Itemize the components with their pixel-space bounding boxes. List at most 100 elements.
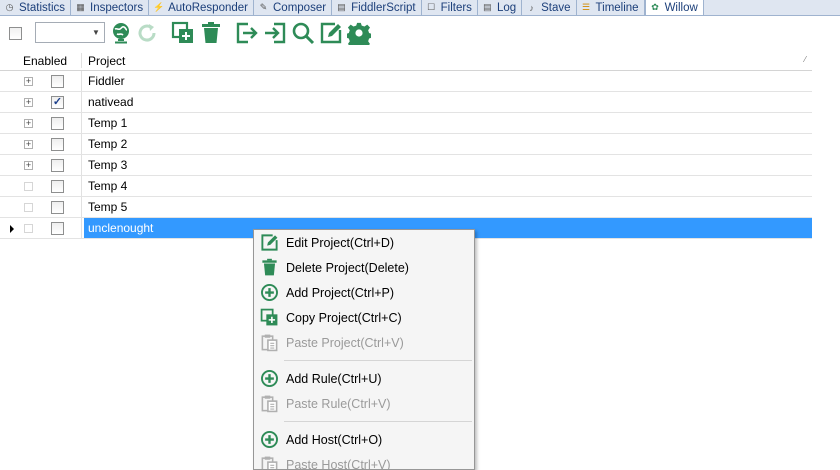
menu-item-label: Add Host(Ctrl+O) xyxy=(286,432,383,447)
menu-item-paste-project[interactable]: Paste Project(Ctrl+V) xyxy=(254,330,474,355)
table-row[interactable]: + Temp 3 xyxy=(0,155,812,176)
chevron-down-icon[interactable]: ▼ xyxy=(88,23,104,42)
expand-toggle-icon[interactable]: + xyxy=(24,98,33,107)
enabled-checkbox[interactable] xyxy=(51,201,64,214)
edit-icon xyxy=(259,233,279,253)
willow-icon: ✿ xyxy=(651,2,659,12)
project-name: Fiddler xyxy=(88,74,125,88)
tab-fiddlerscript[interactable]: ▤ FiddlerScript xyxy=(332,0,422,15)
table-row[interactable]: + ✓ nativead xyxy=(0,92,812,113)
search-icon xyxy=(292,22,315,45)
column-divider xyxy=(81,92,82,112)
plus-circle-icon xyxy=(259,430,279,450)
table-row[interactable]: + Temp 2 xyxy=(0,134,812,155)
grid-rows: +Fiddler+✓nativead+Temp 1+Temp 2+Temp 3+… xyxy=(0,71,812,239)
tab-strip: ◷ Statistics ▦ Inspectors ⚡ AutoResponder ✎… xyxy=(0,0,840,16)
column-header-project[interactable]: Project xyxy=(88,54,125,68)
tab-label: Filters xyxy=(440,1,472,14)
project-combo[interactable]: ▼ xyxy=(35,22,105,43)
project-name: nativead xyxy=(88,95,134,109)
tab-filters[interactable]: ☐ Filters xyxy=(422,0,478,15)
tab-label: Log xyxy=(496,1,517,14)
tab-inspectors[interactable]: ▦ Inspectors xyxy=(71,0,150,15)
import-button[interactable] xyxy=(262,20,288,46)
enabled-checkbox[interactable]: ✓ xyxy=(51,96,64,109)
menu-item-label: Delete Project(Delete) xyxy=(286,260,409,275)
edit-icon xyxy=(320,22,342,44)
project-grid: Enabled Project ⁄ + Fiddler + ✓ nativead + Tem… xyxy=(0,51,812,239)
menu-item-delete-project[interactable]: Delete Project(Delete) xyxy=(254,255,474,280)
clock-icon: ◷ xyxy=(5,2,14,12)
tab-timeline[interactable]: ☰ Timeline xyxy=(577,0,645,15)
project-name: Temp 4 xyxy=(88,179,128,193)
expand-toggle-icon[interactable]: + xyxy=(24,140,33,149)
enabled-checkbox[interactable] xyxy=(51,180,64,193)
tab-label: Composer xyxy=(273,1,327,14)
expand-toggle-icon[interactable]: + xyxy=(24,182,33,191)
log-icon: ▤ xyxy=(483,2,492,12)
tab-label: Statistics xyxy=(19,1,66,14)
current-row-indicator-icon xyxy=(10,225,14,233)
filter-icon: ☐ xyxy=(427,2,436,12)
compose-icon: ✎ xyxy=(259,2,268,12)
paste-icon xyxy=(259,394,279,414)
search-button[interactable] xyxy=(290,20,316,46)
menu-item-label: Paste Project(Ctrl+V) xyxy=(286,335,404,350)
column-header-enabled[interactable]: Enabled xyxy=(23,54,67,68)
menu-item-add-project[interactable]: Add Project(Ctrl+P) xyxy=(254,280,474,305)
expand-toggle-icon[interactable]: + xyxy=(24,161,33,170)
menu-item-edit-project[interactable]: Edit Project(Ctrl+D) xyxy=(254,230,474,255)
paste-icon xyxy=(259,333,279,353)
menu-item-add-host[interactable]: Add Host(Ctrl+O) xyxy=(254,427,474,452)
menu-item-paste-host[interactable]: Paste Host(Ctrl+V) xyxy=(254,452,474,469)
sort-indicator-icon: ⁄ xyxy=(804,55,806,64)
table-row[interactable]: + Temp 5 xyxy=(0,197,812,218)
column-divider xyxy=(81,197,82,217)
column-divider[interactable] xyxy=(81,53,82,68)
column-divider xyxy=(81,134,82,154)
globe-icon xyxy=(113,23,129,44)
edit-button[interactable] xyxy=(318,20,344,46)
tab-label: AutoResponder xyxy=(168,1,248,14)
table-row[interactable]: + Fiddler xyxy=(0,71,812,92)
table-row[interactable]: + Temp 4 xyxy=(0,176,812,197)
select-all-checkbox[interactable] xyxy=(9,27,22,40)
expand-toggle-icon[interactable]: + xyxy=(24,203,33,212)
table-row[interactable]: + Temp 1 xyxy=(0,113,812,134)
settings-button[interactable] xyxy=(346,20,372,46)
globe-button[interactable] xyxy=(108,20,134,46)
copy-button[interactable] xyxy=(170,20,196,46)
menu-separator xyxy=(284,360,472,361)
menu-item-add-rule[interactable]: Add Rule(Ctrl+U) xyxy=(254,366,474,391)
script-icon: ▤ xyxy=(337,2,346,12)
tab-label: Willow xyxy=(664,1,698,14)
tab-autoresponder[interactable]: ⚡ AutoResponder xyxy=(149,0,254,15)
enabled-checkbox[interactable] xyxy=(51,138,64,151)
menu-item-copy-project[interactable]: Copy Project(Ctrl+C) xyxy=(254,305,474,330)
expand-toggle-icon[interactable]: + xyxy=(24,119,33,128)
column-divider xyxy=(81,71,82,91)
tab-label: Inspectors xyxy=(90,1,144,14)
delete-button[interactable] xyxy=(198,20,224,46)
tab-willow[interactable]: ✿ Willow xyxy=(644,0,704,15)
column-divider xyxy=(81,176,82,196)
music-icon: ♪ xyxy=(529,2,534,13)
menu-item-paste-rule[interactable]: Paste Rule(Ctrl+V) xyxy=(254,391,474,416)
export-button[interactable] xyxy=(234,20,260,46)
plus-circle-icon xyxy=(259,283,279,303)
project-name: Temp 2 xyxy=(88,137,128,151)
refresh-button[interactable] xyxy=(134,20,160,46)
enabled-checkbox[interactable] xyxy=(51,159,64,172)
copy-icon xyxy=(259,308,279,328)
expand-toggle-icon[interactable]: + xyxy=(24,224,33,233)
tab-composer[interactable]: ✎ Composer xyxy=(254,0,333,15)
timeline-icon: ☰ xyxy=(582,2,591,12)
tab-log[interactable]: ▤ Log xyxy=(478,0,523,15)
tab-statistics[interactable]: ◷ Statistics xyxy=(0,0,72,15)
tab-label: FiddlerScript xyxy=(351,1,416,14)
enabled-checkbox[interactable] xyxy=(51,222,64,235)
enabled-checkbox[interactable] xyxy=(51,75,64,88)
expand-toggle-icon[interactable]: + xyxy=(24,77,33,86)
tab-stave[interactable]: ♪ Stave xyxy=(522,0,577,15)
enabled-checkbox[interactable] xyxy=(51,117,64,130)
